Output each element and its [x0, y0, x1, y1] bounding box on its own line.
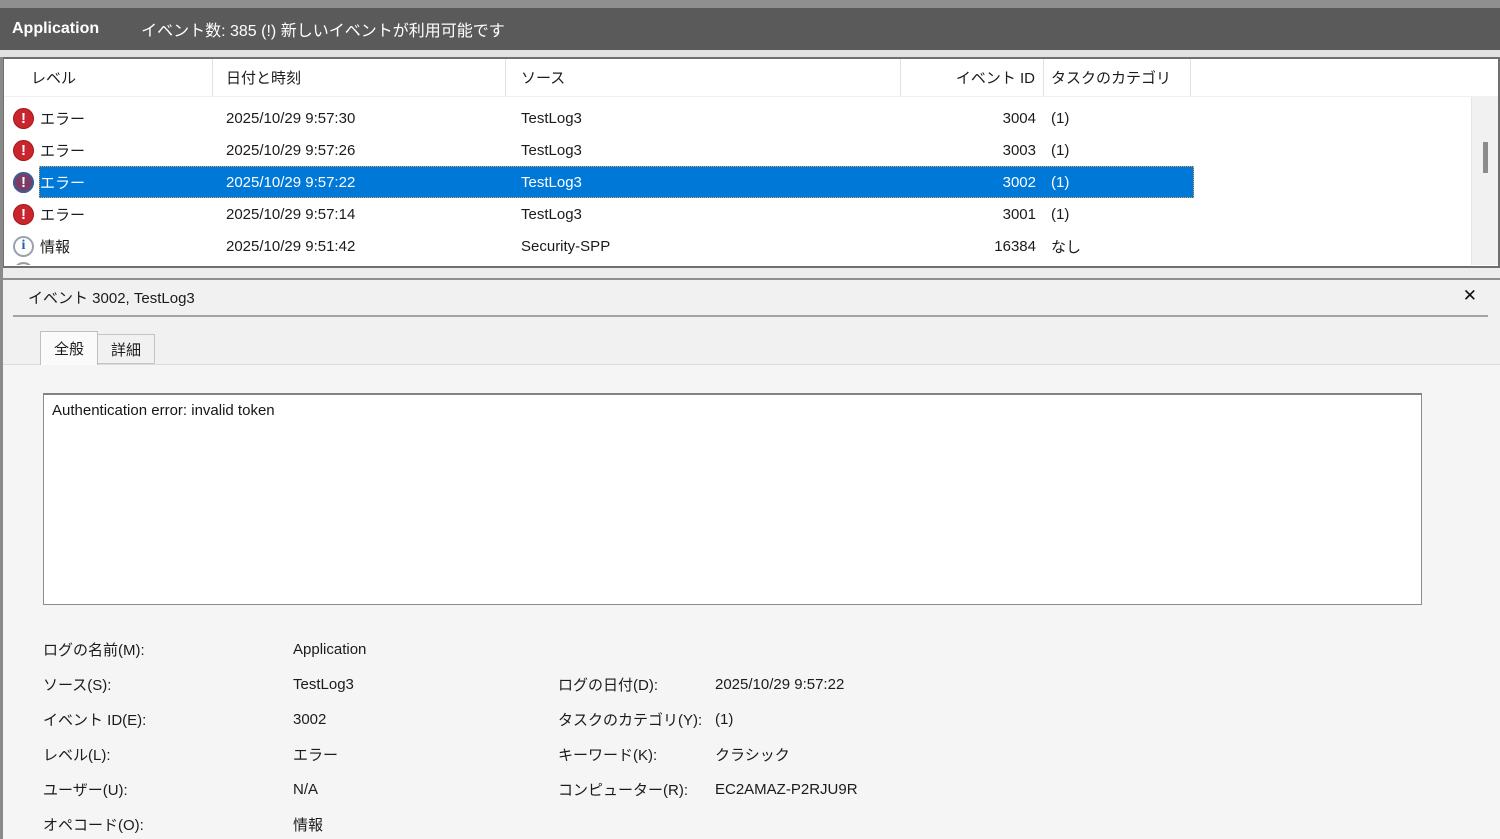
event-id: 3003 [1002, 141, 1036, 159]
field-label: タスクのカテゴリ(Y): [558, 712, 703, 729]
column-header-filler [1191, 59, 1498, 96]
error-icon: ! [13, 203, 34, 225]
field-label: ログの名前(M): [43, 642, 145, 659]
event-message: Authentication error: invalid token [52, 402, 275, 419]
field-label: レベル(L): [43, 747, 111, 764]
event-id: 3002 [1002, 173, 1036, 191]
event-source: TestLog3 [521, 141, 582, 159]
event-list-header: レベル 日付と時刻 ソース イベント ID タスクのカテゴリ [4, 59, 1498, 97]
event-datetime: 2025/10/29 9:57:14 [226, 205, 356, 223]
column-header-datetime[interactable]: 日付と時刻 [213, 59, 506, 96]
event-datetime: 2025/10/29 9:57:30 [226, 109, 356, 127]
event-row[interactable]: ! エラー 2025/10/29 9:57:30 TestLog3 3004 (1… [4, 102, 1498, 134]
event-row[interactable]: ! エラー 2025/10/29 9:57:26 TestLog3 3003 (1… [4, 134, 1498, 166]
field-label: コンピューター(R): [558, 782, 688, 799]
preview-separator [13, 315, 1488, 317]
bar-gap [0, 50, 1500, 57]
event-list-body: ! エラー 2025/10/29 9:57:30 TestLog3 3004 (1… [4, 97, 1498, 265]
preview-header: イベント 3002, TestLog3 ✕ [3, 280, 1500, 315]
event-source: Security-SPP [521, 237, 611, 255]
event-id: 16384 [994, 237, 1036, 255]
event-source: TestLog3 [521, 173, 582, 191]
event-level: 情報 [40, 238, 71, 256]
event-viewer-main: レベル 日付と時刻 ソース イベント ID タスクのカテゴリ ! エラー 2025… [0, 57, 1500, 839]
field-label: ソース(S): [43, 677, 112, 694]
column-header-event-id[interactable]: イベント ID [901, 59, 1044, 96]
field-value: TestLog3 [293, 676, 354, 693]
event-task-category: (1) [1051, 173, 1070, 191]
field-label: オペコード(O): [43, 817, 144, 834]
event-row-selected[interactable]: ! エラー 2025/10/29 9:57:22 TestLog3 3002 (1… [4, 166, 1498, 198]
error-icon: ! [13, 171, 34, 193]
field-value: 2025/10/29 9:57:22 [715, 676, 845, 693]
event-level: エラー [40, 142, 86, 160]
field-value: N/A [293, 781, 319, 798]
event-datetime: 2025/10/29 9:51:42 [226, 237, 356, 255]
field-value: エラー [293, 747, 339, 764]
event-datetime: 2025/10/29 9:57:22 [226, 173, 356, 191]
event-preview-pane: イベント 3002, TestLog3 ✕ 全般 詳細 Authenticati… [3, 278, 1500, 839]
general-tab-content: Authentication error: invalid token ログの名… [3, 364, 1500, 839]
event-task-category: なし [1051, 238, 1082, 256]
column-header-task-category[interactable]: タスクのカテゴリ [1044, 59, 1191, 96]
event-list-panel: レベル 日付と時刻 ソース イベント ID タスクのカテゴリ ! エラー 2025… [3, 57, 1500, 268]
field-label [558, 632, 715, 667]
event-task-category: (1) [1051, 141, 1070, 159]
field-value: クラシック [715, 747, 790, 764]
field-label [558, 807, 715, 839]
event-id: 3004 [1002, 109, 1036, 127]
event-level: エラー [40, 206, 86, 224]
tab-details[interactable]: 詳細 [98, 334, 156, 364]
event-id: 3001 [1002, 205, 1036, 223]
event-detail-fields: ログの名前(M): Application ソース(S): TestLog3 ロ… [43, 632, 1500, 839]
info-icon: i [13, 235, 34, 257]
error-icon: ! [13, 107, 34, 129]
event-task-category: (1) [1051, 205, 1070, 223]
column-header-level[interactable]: レベル [4, 59, 213, 96]
tab-general[interactable]: 全般 [40, 331, 99, 365]
event-datetime: 2025/10/29 9:57:26 [226, 141, 356, 159]
close-icon[interactable]: ✕ [1463, 287, 1477, 304]
partial-row-icon [13, 262, 34, 265]
field-value [715, 632, 1500, 667]
pane-divider[interactable] [3, 268, 1500, 278]
event-message-box[interactable]: Authentication error: invalid token [43, 393, 1422, 605]
log-status-text: イベント数: 385 (!) 新しいイベントが利用可能です [141, 23, 505, 40]
field-label: ログの日付(D): [558, 677, 658, 694]
field-label: イベント ID(E): [43, 712, 147, 729]
log-title-bar: Application イベント数: 385 (!) 新しいイベントが利用可能で… [0, 8, 1500, 50]
column-header-source[interactable]: ソース [506, 59, 901, 96]
field-label: キーワード(K): [558, 747, 658, 764]
error-icon: ! [13, 139, 34, 161]
field-value: Application [293, 641, 367, 658]
field-value: (1) [715, 711, 734, 728]
field-label: ユーザー(U): [43, 782, 128, 799]
preview-tabs: 全般 詳細 [40, 330, 1500, 365]
event-source: TestLog3 [521, 109, 582, 127]
field-value: 3002 [293, 711, 327, 728]
field-value: EC2AMAZ-P2RJU9R [715, 781, 858, 798]
event-row[interactable]: ! エラー 2025/10/29 9:57:14 TestLog3 3001 (1… [4, 198, 1498, 230]
top-strip [0, 0, 1500, 8]
event-source: TestLog3 [521, 205, 582, 223]
event-level: エラー [40, 110, 86, 128]
field-value [715, 807, 1500, 839]
event-row[interactable]: i 情報 2025/10/29 9:51:42 Security-SPP 1638… [4, 230, 1498, 262]
preview-title: イベント 3002, TestLog3 [28, 290, 195, 307]
log-name: Application [12, 20, 100, 37]
field-value: 情報 [293, 817, 324, 834]
event-level: エラー [40, 174, 86, 192]
event-task-category: (1) [1051, 109, 1070, 127]
